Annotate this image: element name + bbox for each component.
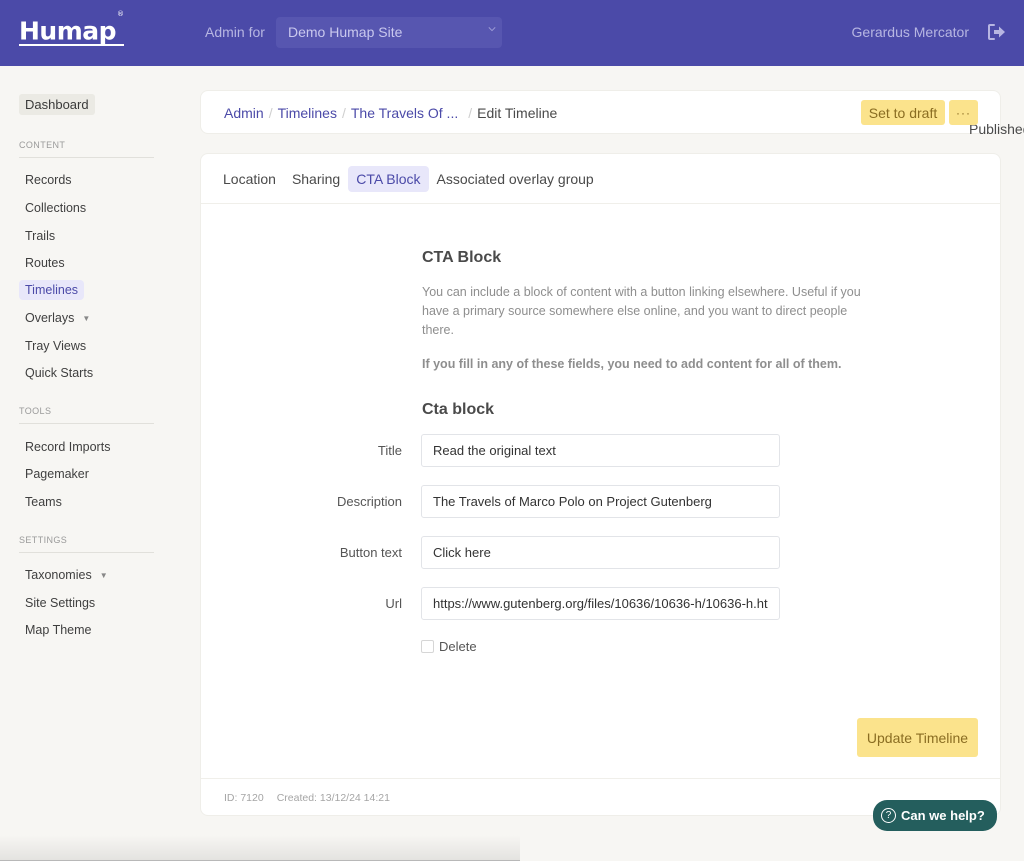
tab-cta-block[interactable]: CTA Block bbox=[348, 166, 429, 192]
sidebar-item-label: Overlays bbox=[25, 311, 75, 325]
user-name[interactable]: Gerardus Mercator bbox=[852, 24, 969, 40]
more-actions-button[interactable]: ··· bbox=[949, 100, 978, 125]
breadcrumb-separator: / bbox=[468, 105, 473, 121]
sidebar-item-taxonomies[interactable]: Taxonomies ▼ bbox=[19, 565, 114, 585]
admin-for-label: Admin for bbox=[205, 24, 265, 40]
top-bar: Humap® Admin for Demo Humap Site Gerardu… bbox=[0, 0, 1024, 66]
breadcrumb-bar: Admin / Timelines / The Travels Of ... / Edit … bbox=[200, 90, 1024, 137]
footer-divider bbox=[201, 778, 1000, 779]
sidebar-section-settings: SETTINGS bbox=[19, 535, 154, 553]
record-id: ID: 7120 bbox=[224, 792, 264, 804]
breadcrumb-current: Edit Timeline bbox=[477, 105, 558, 121]
button-text-label: Button text bbox=[339, 545, 402, 560]
site-select[interactable]: Demo Humap Site bbox=[276, 17, 502, 48]
tab-associated-overlay-group[interactable]: Associated overlay group bbox=[429, 166, 602, 192]
sidebar-item-records[interactable]: Records bbox=[19, 170, 78, 190]
tabs-divider bbox=[201, 203, 1000, 204]
question-icon: ? bbox=[881, 808, 896, 823]
logout-icon[interactable] bbox=[987, 23, 1007, 41]
sidebar-item-dashboard[interactable]: Dashboard bbox=[19, 94, 95, 115]
delete-row: Delete bbox=[421, 639, 477, 654]
title-label: Title bbox=[377, 443, 402, 458]
sidebar-item-timelines[interactable]: Timelines bbox=[19, 280, 85, 300]
window-edge-shadow bbox=[0, 835, 520, 861]
url-input[interactable] bbox=[421, 587, 780, 620]
breadcrumb-admin[interactable]: Admin bbox=[224, 105, 264, 121]
sidebar-item-record-imports[interactable]: Record Imports bbox=[19, 437, 116, 457]
subsection-heading: Cta block bbox=[422, 401, 495, 418]
help-label: Can we help? bbox=[901, 808, 985, 823]
sidebar-item-collections[interactable]: Collections bbox=[19, 198, 92, 218]
sidebar-item-site-settings[interactable]: Site Settings bbox=[19, 593, 101, 613]
breadcrumb-separator: / bbox=[268, 105, 273, 121]
chevron-down-icon bbox=[488, 27, 496, 32]
delete-checkbox[interactable] bbox=[421, 640, 434, 653]
title-input[interactable] bbox=[421, 434, 780, 467]
caret-down-icon: ▼ bbox=[99, 571, 108, 581]
tab-sharing[interactable]: Sharing bbox=[284, 166, 348, 192]
description-label: Description bbox=[336, 494, 402, 509]
button-text-input[interactable] bbox=[421, 536, 780, 569]
sidebar-item-quick-starts[interactable]: Quick Starts bbox=[19, 363, 99, 383]
cta-block-section: CTA Block You can include a block of con… bbox=[422, 249, 862, 418]
breadcrumb-timelines[interactable]: Timelines bbox=[278, 105, 337, 121]
logo-text: Humap bbox=[19, 16, 117, 46]
humap-logo[interactable]: Humap® bbox=[19, 10, 124, 47]
warning-text: If you fill in any of these fields, you … bbox=[422, 357, 842, 371]
tab-location[interactable]: Location bbox=[215, 166, 284, 192]
sidebar-section-content: CONTENT bbox=[19, 140, 154, 158]
record-created: Created: 13/12/24 14:21 bbox=[276, 792, 390, 804]
sidebar-item-tray-views[interactable]: Tray Views bbox=[19, 336, 92, 356]
record-meta: ID: 7120 Created: 13/12/24 14:21 bbox=[224, 792, 390, 804]
sidebar-item-label: Taxonomies bbox=[25, 568, 92, 582]
help-button[interactable]: ? Can we help? bbox=[873, 800, 997, 831]
update-timeline-button[interactable]: Update Timeline bbox=[857, 718, 978, 757]
breadcrumb-timeline[interactable]: The Travels Of ... bbox=[351, 105, 458, 121]
logo-registered-mark: ® bbox=[117, 10, 124, 18]
sidebar-item-routes[interactable]: Routes bbox=[19, 253, 71, 273]
tab-bar: Location Sharing CTA Block Associated ov… bbox=[215, 166, 602, 192]
set-to-draft-button[interactable]: Set to draft bbox=[861, 100, 945, 125]
sidebar: Dashboard CONTENT Records Collections Tr… bbox=[0, 66, 180, 861]
sidebar-item-overlays[interactable]: Overlays ▼ bbox=[19, 308, 96, 328]
sidebar-section-tools: TOOLS bbox=[19, 406, 154, 424]
sidebar-item-trails[interactable]: Trails bbox=[19, 226, 61, 246]
url-label: Url bbox=[385, 596, 402, 611]
description-input[interactable] bbox=[421, 485, 780, 518]
section-heading: CTA Block bbox=[422, 249, 502, 266]
caret-down-icon: ▼ bbox=[82, 314, 91, 324]
sidebar-item-teams[interactable]: Teams bbox=[19, 492, 68, 512]
site-select-value: Demo Humap Site bbox=[288, 24, 403, 40]
help-text: You can include a block of content with … bbox=[422, 285, 861, 337]
delete-label[interactable]: Delete bbox=[439, 639, 477, 654]
breadcrumb: Admin / Timelines / The Travels Of ... / Edit … bbox=[224, 105, 557, 121]
edit-timeline-panel: Location Sharing CTA Block Associated ov… bbox=[200, 153, 1001, 816]
sidebar-item-pagemaker[interactable]: Pagemaker bbox=[19, 464, 95, 484]
sidebar-item-map-theme[interactable]: Map Theme bbox=[19, 620, 97, 640]
breadcrumb-separator: / bbox=[341, 105, 346, 121]
